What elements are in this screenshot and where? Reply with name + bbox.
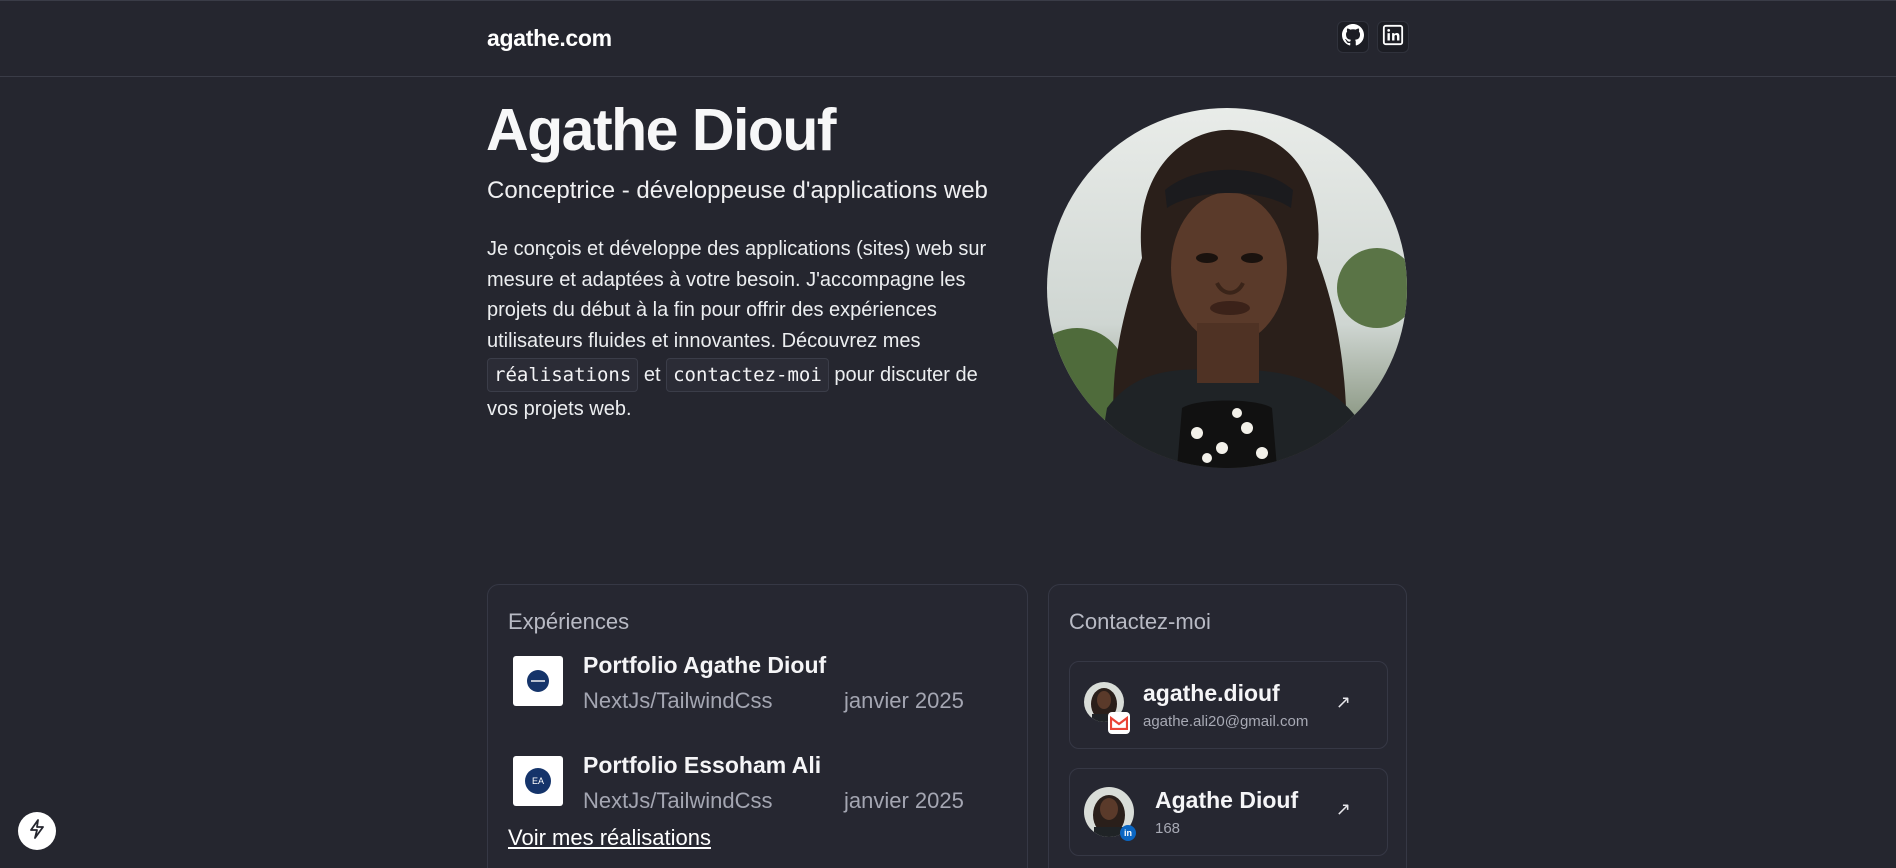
view-realisations-link[interactable]: Voir mes réalisations: [508, 825, 711, 851]
contact-title: Contactez-moi: [1069, 609, 1211, 634]
experience-date: janvier 2025: [844, 788, 964, 813]
external-link-icon: ↗: [1335, 692, 1351, 712]
external-link-icon: ↗: [1335, 799, 1351, 819]
experiences-card: Expériences Portfolio Agathe Diouf NextJ…: [487, 584, 1028, 868]
experience-tech: NextJs/TailwindCss: [583, 688, 773, 713]
profile-photo: [1047, 108, 1407, 468]
dev-tools-bolt-button[interactable]: [18, 812, 56, 850]
hero-description: Je conçois et développe des applications…: [487, 234, 1012, 425]
contact-email-address: agathe.ali20@gmail.com: [1143, 713, 1309, 730]
experience-item[interactable]: EA Portfolio Essoham Ali NextJs/Tailwind…: [513, 752, 1013, 826]
linkedin-icon: in: [1120, 825, 1136, 841]
experience-item[interactable]: Portfolio Agathe Diouf NextJs/TailwindCs…: [513, 652, 1013, 726]
hero-name: Agathe Diouf: [486, 97, 837, 163]
contact-linkedin-name: Agathe Diouf: [1155, 787, 1299, 813]
top-navbar: agathe.com: [0, 0, 1896, 77]
contact-linkedin-link[interactable]: in Agathe Diouf 168 ↗: [1069, 768, 1388, 856]
contact-linkedin-count: 168: [1155, 820, 1181, 837]
contact-email-link[interactable]: agathe.diouf agathe.ali20@gmail.com ↗: [1069, 661, 1388, 749]
hero-desc-part1: Je conçois et développe des applications…: [487, 238, 987, 352]
github-icon: [1342, 23, 1364, 51]
github-link[interactable]: [1337, 21, 1369, 53]
project-logo: [513, 656, 563, 706]
experiences-title: Expériences: [508, 609, 630, 634]
project-logo: EA: [513, 756, 563, 806]
contact-email-handle: agathe.diouf: [1143, 680, 1280, 706]
bolt-icon: [28, 818, 46, 844]
contact-card: Contactez-moi agathe.diouf agathe.ali20@…: [1048, 584, 1407, 868]
experience-title: Portfolio Agathe Diouf: [583, 652, 827, 678]
experience-tech: NextJs/TailwindCss: [583, 788, 773, 813]
realisations-chip-link[interactable]: réalisations: [487, 358, 639, 392]
experience-title: Portfolio Essoham Ali: [583, 752, 822, 778]
contact-chip-link[interactable]: contactez-moi: [666, 358, 829, 392]
experience-date: janvier 2025: [844, 688, 964, 713]
linkedin-link[interactable]: [1377, 21, 1409, 53]
site-brand-link[interactable]: agathe.com: [487, 25, 612, 52]
linkedin-icon: [1382, 24, 1404, 51]
hero-desc-et: et: [638, 364, 667, 386]
logo-initials: EA: [525, 768, 551, 794]
hero-role: Conceptrice - développeuse d'application…: [487, 177, 988, 204]
gmail-icon: [1108, 712, 1130, 734]
